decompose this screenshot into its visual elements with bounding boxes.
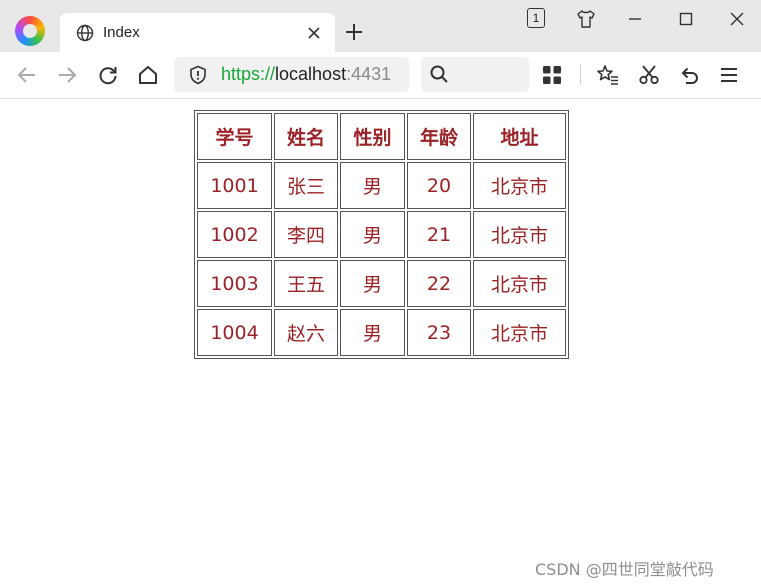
url-scheme: https:// xyxy=(221,64,276,84)
table-cell: 北京市 xyxy=(473,162,566,209)
maximize-icon[interactable] xyxy=(673,6,699,32)
table-cell: 20 xyxy=(407,162,471,209)
table-cell: 北京市 xyxy=(473,309,566,356)
url-text[interactable]: https://localhost:4431 xyxy=(221,64,391,85)
table-cell: 1003 xyxy=(197,260,272,307)
favorites-icon[interactable] xyxy=(597,64,619,86)
table-row: 1001 张三 男 20 北京市 xyxy=(197,162,566,209)
tab-index[interactable]: Index xyxy=(60,13,335,52)
table-cell: 21 xyxy=(407,211,471,258)
table-cell: 张三 xyxy=(274,162,338,209)
skin-shirt-icon[interactable] xyxy=(573,6,599,32)
search-box[interactable] xyxy=(421,57,529,92)
tab-count-icon[interactable]: 1 xyxy=(527,8,545,28)
tab-strip: Index 1 xyxy=(0,0,761,52)
search-input[interactable] xyxy=(455,64,515,84)
student-table: 学号 姓名 性别 年龄 地址 1001 张三 男 20 北京市 1002 李四 … xyxy=(194,110,569,359)
table-cell: 23 xyxy=(407,309,471,356)
column-header: 地址 xyxy=(473,113,566,160)
table-cell: 男 xyxy=(340,260,405,307)
forward-icon[interactable] xyxy=(56,64,78,86)
scissors-icon[interactable] xyxy=(638,64,660,86)
table-cell: 王五 xyxy=(274,260,338,307)
column-header: 姓名 xyxy=(274,113,338,160)
undo-icon[interactable] xyxy=(678,64,700,86)
table-cell: 北京市 xyxy=(473,260,566,307)
table-cell: 22 xyxy=(407,260,471,307)
home-icon[interactable] xyxy=(137,64,159,86)
table-cell: 李四 xyxy=(274,211,338,258)
close-tab-icon[interactable] xyxy=(306,25,322,41)
table-header-row: 学号 姓名 性别 年龄 地址 xyxy=(197,113,566,160)
url-host: localhost xyxy=(275,64,347,84)
column-header: 年龄 xyxy=(407,113,471,160)
table-cell: 北京市 xyxy=(473,211,566,258)
address-bar[interactable]: https://localhost:4431 xyxy=(174,57,409,92)
watermark-text: CSDN @四世同堂敲代码 xyxy=(535,560,714,579)
table-row: 1004 赵六 男 23 北京市 xyxy=(197,309,566,356)
table-cell: 赵六 xyxy=(274,309,338,356)
page-content: 学号 姓名 性别 年龄 地址 1001 张三 男 20 北京市 1002 李四 … xyxy=(0,100,761,587)
toolbar: https://localhost:4431 xyxy=(0,52,761,99)
back-icon[interactable] xyxy=(16,64,38,86)
table-cell: 男 xyxy=(340,309,405,356)
minimize-icon[interactable] xyxy=(622,6,648,32)
shield-icon[interactable] xyxy=(188,65,208,85)
table-cell: 1004 xyxy=(197,309,272,356)
menu-icon[interactable] xyxy=(718,64,740,86)
tab-title: Index xyxy=(103,24,140,41)
search-icon xyxy=(430,65,448,83)
table-cell: 男 xyxy=(340,162,405,209)
reload-icon[interactable] xyxy=(97,64,119,86)
column-header: 性别 xyxy=(340,113,405,160)
url-port: :4431 xyxy=(346,64,392,84)
table-cell: 男 xyxy=(340,211,405,258)
column-header: 学号 xyxy=(197,113,272,160)
table-row: 1002 李四 男 21 北京市 xyxy=(197,211,566,258)
browser-logo-icon[interactable] xyxy=(15,16,45,46)
toolbar-divider xyxy=(580,65,581,85)
table-cell: 1002 xyxy=(197,211,272,258)
apps-grid-icon[interactable] xyxy=(541,64,563,86)
table-cell: 1001 xyxy=(197,162,272,209)
globe-icon xyxy=(76,24,94,42)
table-row: 1003 王五 男 22 北京市 xyxy=(197,260,566,307)
new-tab-icon[interactable] xyxy=(344,22,364,42)
close-window-icon[interactable] xyxy=(724,6,750,32)
